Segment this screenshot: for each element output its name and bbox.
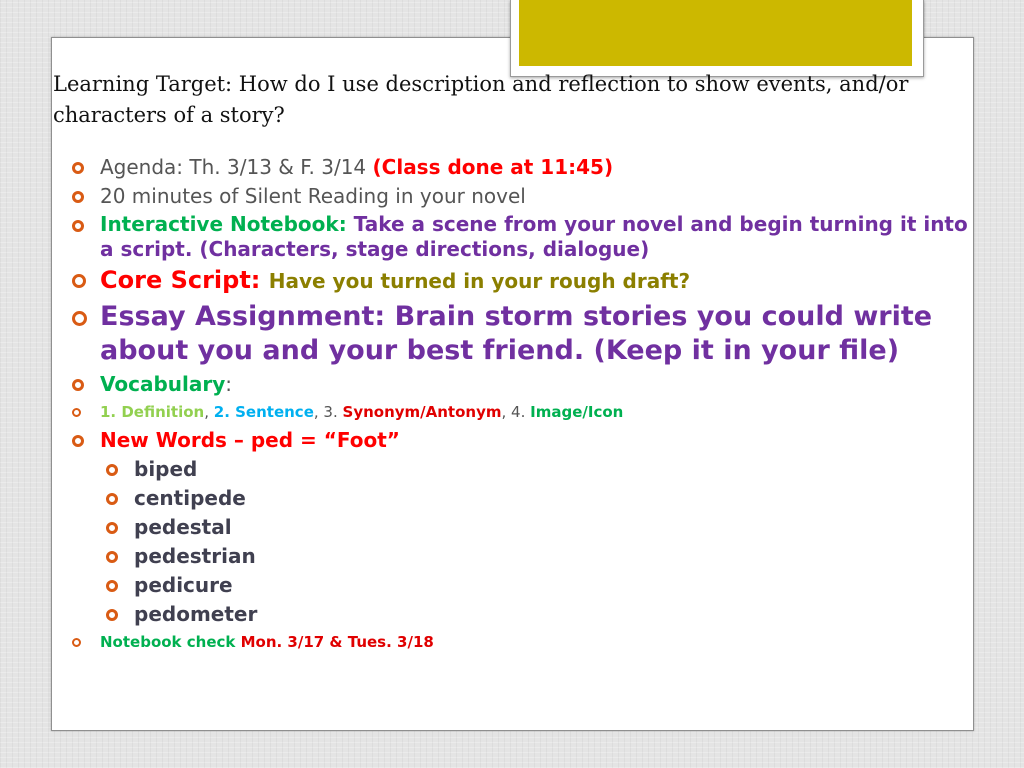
word-item: pedometer — [66, 601, 976, 627]
essay-text: Essay Assignment: Brain storm stories yo… — [100, 301, 933, 366]
notebook-item: Interactive Notebook: Take a scene from … — [66, 212, 976, 262]
separator: , — [204, 403, 214, 421]
bullet-icon — [72, 435, 84, 447]
bullet-icon — [72, 379, 84, 391]
word-item: biped — [66, 456, 976, 482]
new-words-text: New Words – ped = “Foot” — [100, 428, 400, 452]
word-item: centipede — [66, 485, 976, 511]
word-item: pedestrian — [66, 543, 976, 569]
vocabulary-colon: : — [225, 372, 233, 396]
class-done-note: (Class done at 11:45) — [372, 155, 614, 179]
word-text: pedestal — [134, 515, 232, 539]
separator: , — [501, 403, 512, 421]
slide-title: Learning Target: How do I use descriptio… — [53, 72, 909, 127]
word-text: biped — [134, 457, 198, 481]
bullet-icon — [72, 162, 84, 174]
separator: , — [313, 403, 324, 421]
bullet-icon — [106, 522, 118, 534]
bullet-icon — [106, 580, 118, 592]
step-image-icon: Image/Icon — [530, 403, 624, 421]
word-text: pedicure — [134, 573, 233, 597]
step-number: 3. — [323, 403, 343, 421]
bullet-icon — [72, 220, 84, 232]
notebook-check-label: Notebook check — [100, 633, 241, 651]
agenda-label: Agenda: Th. 3/13 & F. 3/14 — [100, 155, 373, 179]
bullet-icon — [106, 551, 118, 563]
agenda-item: Agenda: Th. 3/13 & F. 3/14 (Class done a… — [66, 154, 976, 180]
new-words-item: New Words – ped = “Foot” — [66, 427, 976, 453]
step-synonym: Synonym/Antonym — [342, 403, 502, 421]
bullet-icon — [106, 493, 118, 505]
bullet-icon — [72, 274, 86, 288]
step-number: 4. — [511, 403, 531, 421]
reading-item: 20 minutes of Silent Reading in your nov… — [66, 183, 976, 209]
bullet-icon — [72, 191, 84, 203]
bullet-icon — [106, 609, 118, 621]
word-text: pedometer — [134, 602, 258, 626]
step-definition: 1. Definition — [100, 403, 205, 421]
bullet-icon — [72, 311, 87, 326]
vocabulary-item: Vocabulary: — [66, 371, 976, 397]
core-script-label: Core Script: — [100, 266, 269, 294]
vocab-steps-item: 1. Definition, 2. Sentence, 3. Synonym/A… — [66, 400, 976, 424]
vocabulary-label: Vocabulary — [100, 372, 226, 396]
notebook-label: Interactive Notebook: — [100, 212, 354, 236]
bullet-icon — [106, 464, 118, 476]
word-text: centipede — [134, 486, 246, 510]
word-item: pedestal — [66, 514, 976, 540]
essay-item: Essay Assignment: Brain storm stories yo… — [66, 300, 976, 368]
notebook-check-date: Mon. 3/17 & Tues. 3/18 — [240, 633, 434, 651]
step-sentence: 2. Sentence — [213, 403, 314, 421]
bullet-list: Agenda: Th. 3/13 & F. 3/14 (Class done a… — [66, 154, 976, 657]
word-item: pedicure — [66, 572, 976, 598]
title-accent-bar — [519, 0, 912, 66]
reading-text: 20 minutes of Silent Reading in your nov… — [100, 184, 526, 208]
bullet-icon — [72, 408, 81, 417]
notebook-check-item: Notebook check Mon. 3/17 & Tues. 3/18 — [66, 630, 976, 654]
core-script-item: Core Script: Have you turned in your rou… — [66, 265, 976, 296]
bullet-icon — [72, 638, 81, 647]
core-script-text: Have you turned in your rough draft? — [268, 269, 691, 293]
word-text: pedestrian — [134, 544, 256, 568]
